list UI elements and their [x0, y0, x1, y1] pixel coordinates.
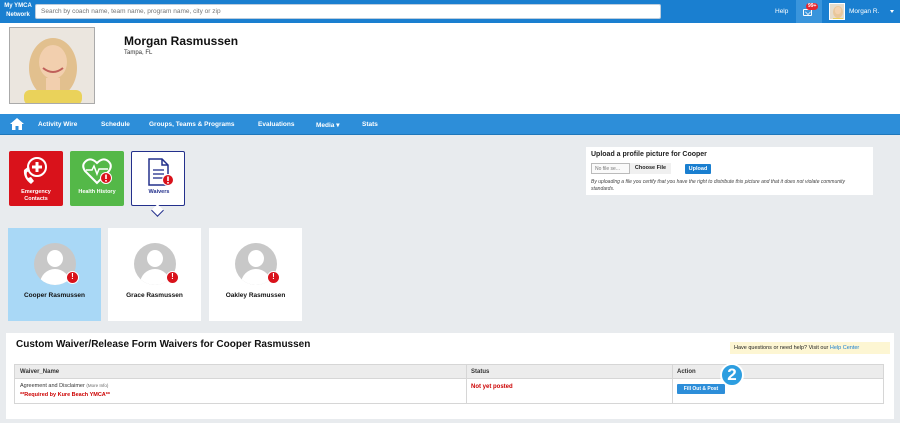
table-header: Waiver_Name Status Action — [15, 365, 883, 379]
help-center-link[interactable]: Help Center — [830, 345, 859, 351]
health-history-tile[interactable]: Health History — [70, 151, 124, 206]
person-name: Grace Rasmussen — [126, 292, 183, 299]
chevron-down-icon — [890, 10, 894, 13]
column-divider — [672, 365, 673, 403]
help-link[interactable]: Help — [775, 8, 788, 15]
waivers-table: Waiver_Name Status Action Agreement and … — [14, 364, 884, 404]
user-menu[interactable]: Morgan R. — [825, 0, 900, 23]
person-card-grace[interactable]: ! Grace Rasmussen — [108, 228, 201, 321]
nav-media[interactable]: Media ▾ — [316, 121, 340, 129]
waiver-name-text: Agreement and Disclaimer — [20, 383, 85, 389]
document-icon — [148, 158, 174, 186]
profile-header: Morgan Rasmussen Tampa, FL — [0, 23, 900, 114]
profile-name: Morgan Rasmussen — [124, 34, 239, 48]
waiver-required-note: **Required by Kure Beach YMCA** — [20, 392, 111, 398]
avatar-photo-icon — [830, 4, 844, 19]
home-icon[interactable] — [10, 118, 24, 130]
nav-groups-teams-programs[interactable]: Groups, Teams & Programs — [149, 121, 235, 128]
nav-activity-wire[interactable]: Activity Wire — [38, 121, 77, 128]
tile-pointer — [151, 204, 164, 217]
envelope-icon — [803, 9, 812, 16]
step-marker: 2 — [720, 363, 744, 387]
nav-stats[interactable]: Stats — [362, 121, 378, 128]
waivers-title: Custom Waiver/Release Form Waivers for C… — [16, 339, 311, 350]
nav-evaluations[interactable]: Evaluations — [258, 121, 294, 128]
help-text: Have questions or need help? Visit our — [734, 345, 830, 351]
health-history-label: Health History — [78, 189, 116, 195]
user-name: Morgan R. — [849, 8, 880, 15]
main-nav: Activity Wire Schedule Groups, Teams & P… — [0, 114, 900, 135]
person-name: Oakley Rasmussen — [225, 292, 286, 299]
column-header-action: Action — [677, 369, 696, 375]
brand-logo[interactable]: My YMCA Network — [3, 2, 33, 20]
emergency-contacts-label: Emergency Contacts — [21, 189, 51, 202]
fill-out-post-button[interactable]: Fill Out & Post — [677, 384, 725, 394]
emergency-contacts-tile[interactable]: Emergency Contacts — [9, 151, 63, 206]
profile-photo-icon — [10, 28, 94, 103]
no-file-label: No file se... — [595, 166, 621, 172]
heart-pulse-icon — [82, 158, 112, 185]
nav-schedule[interactable]: Schedule — [101, 121, 130, 128]
alert-icon: ! — [66, 271, 79, 284]
search-input[interactable] — [35, 4, 661, 19]
help-box: Have questions or need help? Visit our H… — [730, 342, 890, 354]
top-bar: My YMCA Network Help 99+ Morgan R. — [0, 0, 900, 23]
upload-note: By uploading a file you certify that you… — [591, 179, 846, 192]
profile-photo — [9, 27, 95, 104]
upload-button[interactable]: Upload — [685, 164, 711, 174]
waiver-status: Not yet posted — [471, 384, 513, 390]
file-input[interactable]: No file se... Choose File — [591, 163, 671, 174]
notifications-button[interactable]: 99+ — [796, 0, 822, 23]
more-info-link[interactable]: (More Info) — [86, 383, 108, 388]
upload-title: Upload a profile picture for Cooper — [591, 151, 707, 158]
alert-icon: ! — [267, 271, 280, 284]
waiver-name: Agreement and Disclaimer (More Info) — [20, 383, 108, 389]
choose-file-button[interactable]: Choose File — [629, 163, 671, 174]
person-card-oakley[interactable]: ! Oakley Rasmussen — [209, 228, 302, 321]
upload-panel: Upload a profile picture for Cooper No f… — [586, 147, 873, 195]
phone-medical-icon — [23, 157, 47, 184]
waivers-tile[interactable]: Waivers — [131, 151, 185, 217]
column-header-waiver-name: Waiver_Name — [20, 369, 60, 375]
waivers-section: Custom Waiver/Release Form Waivers for C… — [6, 333, 894, 419]
profile-location: Tampa, FL — [124, 50, 153, 56]
column-header-status: Status — [471, 369, 490, 375]
waivers-label: Waivers — [148, 189, 170, 195]
notification-badge: 99+ — [806, 3, 819, 10]
person-name: Cooper Rasmussen — [23, 292, 86, 299]
alert-icon: ! — [166, 271, 179, 284]
person-card-cooper[interactable]: ! Cooper Rasmussen — [8, 228, 101, 321]
user-avatar — [829, 3, 845, 20]
column-divider — [466, 365, 467, 403]
